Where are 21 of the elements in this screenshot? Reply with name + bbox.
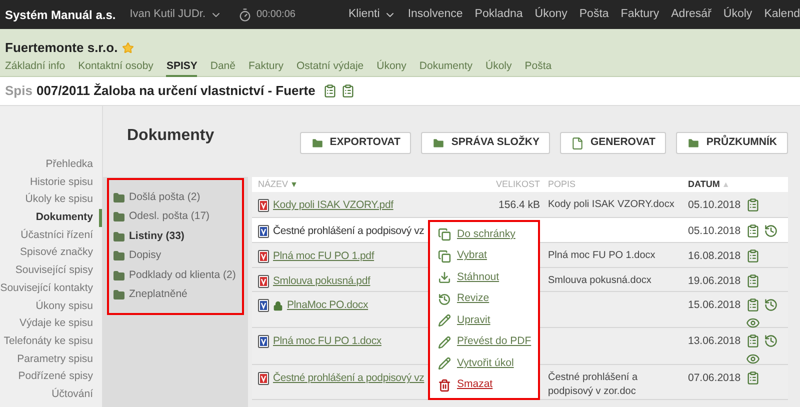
file-date: 07.06.2018 (688, 372, 741, 384)
file-date: 05.10.2018 (688, 199, 741, 211)
company-name: Systém Manuál a.s. (5, 6, 116, 24)
timer-text: 00:00:06 (256, 8, 296, 22)
client-name: Fuertemonte s.r.o. (5, 39, 118, 57)
file-description: Plná moc FU PO 1.docx (548, 249, 656, 263)
page-title: Dokumenty (127, 126, 214, 146)
file-description: Čestné prohlášení a podpisový v zor.doc (548, 371, 639, 399)
sort-arrow: ▲ (722, 178, 730, 190)
spis-title: 007/2011 Žaloba na určení vlastnictví - Fuerte (36, 82, 316, 100)
file-description: Kody poli ISAK VZORY.docx (548, 198, 676, 212)
file-date: 19.06.2018 (688, 275, 741, 287)
file-date: 05.10.2018 (688, 225, 741, 237)
file-date: 16.08.2018 (688, 250, 741, 262)
file-date: 13.06.2018 (688, 335, 741, 347)
file-description: Smlouva pokusná.docx (548, 274, 652, 288)
sort-arrow: ▼ (290, 178, 298, 190)
spis-label: Spis (5, 82, 32, 100)
file-size: 156.4 kB (498, 199, 540, 211)
file-date: 15.06.2018 (688, 299, 741, 311)
file-name: Čestné prohlášení a podpisový vz (273, 224, 424, 239)
